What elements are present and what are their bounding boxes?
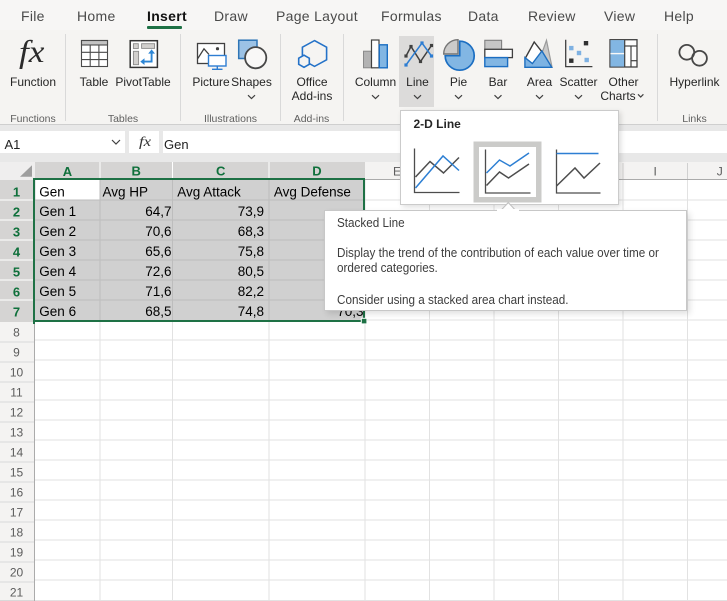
svg-text:Gen 5: Gen 5: [39, 284, 76, 299]
svg-text:13: 13: [10, 425, 24, 439]
svg-text:Avg HP: Avg HP: [103, 184, 149, 199]
svg-text:Avg Attack: Avg Attack: [177, 184, 241, 199]
svg-text:14: 14: [10, 445, 24, 459]
svg-text:10: 10: [10, 365, 24, 379]
svg-text:18: 18: [10, 525, 24, 539]
svg-text:21: 21: [10, 585, 24, 599]
svg-text:1: 1: [13, 184, 20, 199]
svg-text:73,9: 73,9: [238, 204, 264, 219]
svg-text:65,6: 65,6: [145, 244, 171, 259]
svg-text:20: 20: [10, 565, 24, 579]
svg-text:15: 15: [10, 465, 24, 479]
svg-text:9: 9: [13, 345, 20, 359]
svg-text:17: 17: [10, 505, 24, 519]
svg-text:82,2: 82,2: [238, 284, 264, 299]
svg-text:7: 7: [13, 304, 20, 319]
svg-text:4: 4: [13, 244, 21, 259]
svg-text:68,5: 68,5: [145, 304, 171, 319]
svg-text:71,6: 71,6: [145, 284, 171, 299]
svg-text:Gen 6: Gen 6: [39, 304, 76, 319]
svg-text:Gen 2: Gen 2: [39, 224, 76, 239]
svg-text:I: I: [654, 165, 657, 179]
svg-text:5: 5: [13, 264, 20, 279]
svg-text:Gen 4: Gen 4: [39, 264, 76, 279]
svg-text:3: 3: [13, 224, 20, 239]
svg-text:12: 12: [10, 405, 24, 419]
svg-text:J: J: [717, 165, 723, 179]
svg-text:74,8: 74,8: [238, 304, 264, 319]
svg-text:A: A: [63, 164, 73, 179]
svg-text:70,6: 70,6: [145, 224, 171, 239]
svg-text:C: C: [216, 164, 226, 179]
svg-text:B: B: [132, 164, 141, 179]
svg-text:Gen 1: Gen 1: [39, 204, 76, 219]
svg-text:8: 8: [13, 325, 20, 339]
svg-text:64,7: 64,7: [145, 204, 171, 219]
svg-text:Gen: Gen: [39, 184, 65, 199]
svg-text:2: 2: [13, 204, 20, 219]
svg-text:72,6: 72,6: [145, 264, 171, 279]
svg-text:16: 16: [10, 485, 24, 499]
svg-text:Gen 3: Gen 3: [39, 244, 76, 259]
svg-text:68,3: 68,3: [238, 224, 264, 239]
svg-text:19: 19: [10, 545, 24, 559]
svg-text:80,5: 80,5: [238, 264, 264, 279]
svg-text:6: 6: [13, 284, 20, 299]
svg-text:Avg Defense: Avg Defense: [274, 184, 351, 199]
svg-text:75,8: 75,8: [238, 244, 264, 259]
svg-text:D: D: [312, 164, 321, 179]
svg-text:11: 11: [10, 385, 23, 399]
